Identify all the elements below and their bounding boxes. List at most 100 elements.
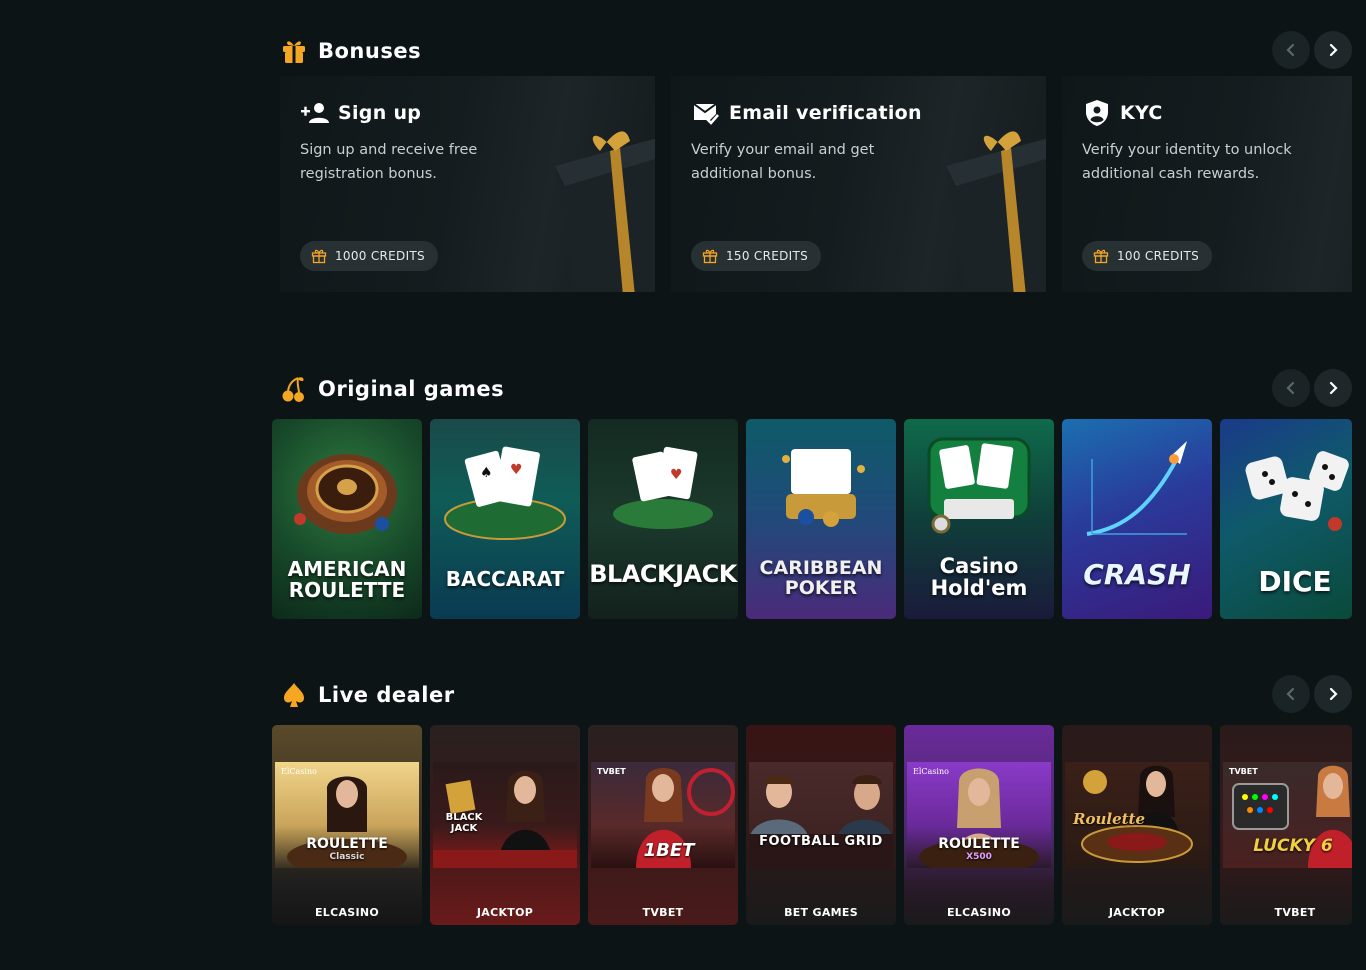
chevron-left-icon xyxy=(1286,43,1295,57)
gift-icon xyxy=(311,249,327,264)
bonus-card-kyc[interactable]: KYC Verify your identity to unlock addit… xyxy=(1062,76,1352,292)
blackjack-cards-image: ♥ xyxy=(613,446,713,529)
cards-table-image: ♥ ♠ xyxy=(444,446,566,540)
provider-name: TVBET xyxy=(1274,906,1316,919)
live-dealer-title: Live dealer xyxy=(318,683,455,707)
bonus-card-description: Sign up and receive free registration bo… xyxy=(300,142,478,182)
bonus-card-description: Verify your email and get additional bon… xyxy=(691,142,875,182)
svg-text:♥: ♥ xyxy=(670,467,683,483)
game-tile-american-roulette[interactable]: AMERICAN ROULETTE xyxy=(272,419,422,619)
game-label: ROULETTE xyxy=(938,836,1020,852)
provider-name: BET GAMES xyxy=(784,906,858,919)
game-name: DICE xyxy=(1258,565,1332,598)
bonuses-title: Bonuses xyxy=(318,39,422,63)
holdem-cards-image xyxy=(927,437,1031,534)
bonuses-next-button[interactable] xyxy=(1314,31,1352,69)
provider-name: JACKTOP xyxy=(476,906,534,919)
game-label: Roulette xyxy=(1073,810,1146,828)
live-dealer-list: ElCasino ROULETTE Classic ELCASINO BLACK… xyxy=(272,725,1352,925)
credits-badge: 100 CREDITS xyxy=(1082,241,1213,271)
bonus-card-signup[interactable]: Sign up Sign up and receive free registr… xyxy=(280,76,655,292)
credits-amount: 1000 CREDITS xyxy=(335,249,425,263)
bonuses-prev-button[interactable] xyxy=(1272,31,1310,69)
game-name: AMERICAN ROULETTE xyxy=(287,557,407,602)
chevron-right-icon xyxy=(1329,43,1338,57)
svg-text:♥: ♥ xyxy=(510,462,523,478)
live-tile-roulette-x500[interactable]: ElCasino ROULETTE X500 ELCASINO xyxy=(904,725,1054,925)
game-name: BACCARAT xyxy=(445,567,565,591)
credits-amount: 150 CREDITS xyxy=(726,249,809,263)
bonuses-nav xyxy=(1272,31,1352,69)
game-name: CARIBBEAN POKER xyxy=(759,557,883,599)
bonus-card-email-verification[interactable]: Email verification Verify your email and… xyxy=(671,76,1046,292)
svg-text:♠: ♠ xyxy=(480,465,493,481)
live-tile-roulette-jacktop[interactable]: Roulette JACKTOP xyxy=(1062,725,1212,925)
rocket-chart-image xyxy=(1086,441,1187,536)
original-games-nav xyxy=(1272,369,1352,407)
original-games-section: Original games AMERICAN ROULETTE ♥ ♠ BAC… xyxy=(272,369,1352,619)
credits-badge: 1000 CREDITS xyxy=(300,241,438,271)
bonus-card-title: Sign up xyxy=(338,102,422,124)
provider-name: ELCASINO xyxy=(946,906,1012,919)
bonus-cards: Sign up Sign up and receive free registr… xyxy=(280,76,1352,292)
game-name: BLACKJACK xyxy=(589,560,737,588)
provider-brand: TVBET xyxy=(1229,767,1258,776)
gift-icon xyxy=(702,249,718,264)
live-dealer-nav xyxy=(1272,675,1352,713)
dealer-image: BLACK JACK xyxy=(433,762,577,868)
game-label: FOOTBALL GRID xyxy=(759,834,883,849)
live-tile-roulette-classic[interactable]: ElCasino ROULETTE Classic ELCASINO xyxy=(272,725,422,925)
bonus-card-title: KYC xyxy=(1120,102,1163,124)
provider-name: JACKTOP xyxy=(1108,906,1166,919)
credits-amount: 100 CREDITS xyxy=(1117,249,1200,263)
game-label: BLACK JACK xyxy=(445,812,483,834)
gift-box-image xyxy=(555,131,655,292)
credits-badge: 150 CREDITS xyxy=(691,241,822,271)
dealer-image: TVBET LUCKY 6 xyxy=(1223,762,1352,868)
dealer-image: Roulette xyxy=(1065,762,1209,868)
live-tile-football-grid[interactable]: FOOTBALL GRID BET GAMES xyxy=(746,725,896,925)
game-label: 1BET xyxy=(643,840,695,861)
spade-icon xyxy=(280,681,308,709)
live-dealer-next-button[interactable] xyxy=(1314,675,1352,713)
chevron-left-icon xyxy=(1286,687,1295,701)
add-user-icon xyxy=(300,98,330,128)
game-sublabel: Classic xyxy=(329,852,365,862)
chevron-right-icon xyxy=(1329,687,1338,701)
live-dealer-section: Live dealer ElCasino ROULETTE Classic EL… xyxy=(272,675,1352,930)
game-tile-baccarat[interactable]: ♥ ♠ BACCARAT xyxy=(430,419,580,619)
live-tile-black-jack[interactable]: BLACK JACK JACKTOP xyxy=(430,725,580,925)
game-tile-blackjack[interactable]: ♥ BLACKJACK xyxy=(588,419,738,619)
gift-icon xyxy=(1093,249,1109,264)
original-games-title: Original games xyxy=(318,377,505,401)
bonus-card-description: Verify your identity to unlock additiona… xyxy=(1082,142,1292,182)
provider-brand: ElCasino xyxy=(913,767,949,776)
shield-user-icon xyxy=(1082,98,1112,128)
game-tile-dice[interactable]: DICE xyxy=(1220,419,1352,619)
game-label: ROULETTE xyxy=(306,836,388,852)
game-name: Casino Hold'em xyxy=(930,554,1028,600)
original-games-header: Original games xyxy=(280,369,504,409)
game-sublabel: X500 xyxy=(966,852,992,862)
game-tile-crash[interactable]: CRASH xyxy=(1062,419,1212,619)
provider-brand: TVBET xyxy=(597,767,626,776)
dealer-image: ElCasino ROULETTE X500 xyxy=(907,762,1051,868)
game-name: CRASH xyxy=(1083,558,1191,591)
bonus-card-title: Email verification xyxy=(729,102,922,124)
bonuses-header: Bonuses xyxy=(280,31,421,71)
game-tile-caribbean-poker[interactable]: CARIBBEAN POKER xyxy=(746,419,896,619)
roulette-wheel-image xyxy=(294,454,397,534)
provider-name: TVBET xyxy=(642,906,684,919)
gift-icon xyxy=(280,37,308,65)
cherry-icon xyxy=(280,375,308,403)
game-tile-casino-holdem[interactable]: Casino Hold'em xyxy=(904,419,1054,619)
live-dealer-prev-button[interactable] xyxy=(1272,675,1310,713)
email-check-icon xyxy=(691,98,721,128)
live-tile-lucky-6[interactable]: TVBET LUCKY 6 TVBET xyxy=(1220,725,1352,925)
game-label: LUCKY 6 xyxy=(1253,836,1333,856)
dealer-image: TVBET 1BET xyxy=(591,762,735,868)
live-tile-1bet[interactable]: TVBET 1BET TVBET xyxy=(588,725,738,925)
original-games-prev-button[interactable] xyxy=(1272,369,1310,407)
original-games-next-button[interactable] xyxy=(1314,369,1352,407)
dealer-image: FOOTBALL GRID xyxy=(749,762,893,868)
